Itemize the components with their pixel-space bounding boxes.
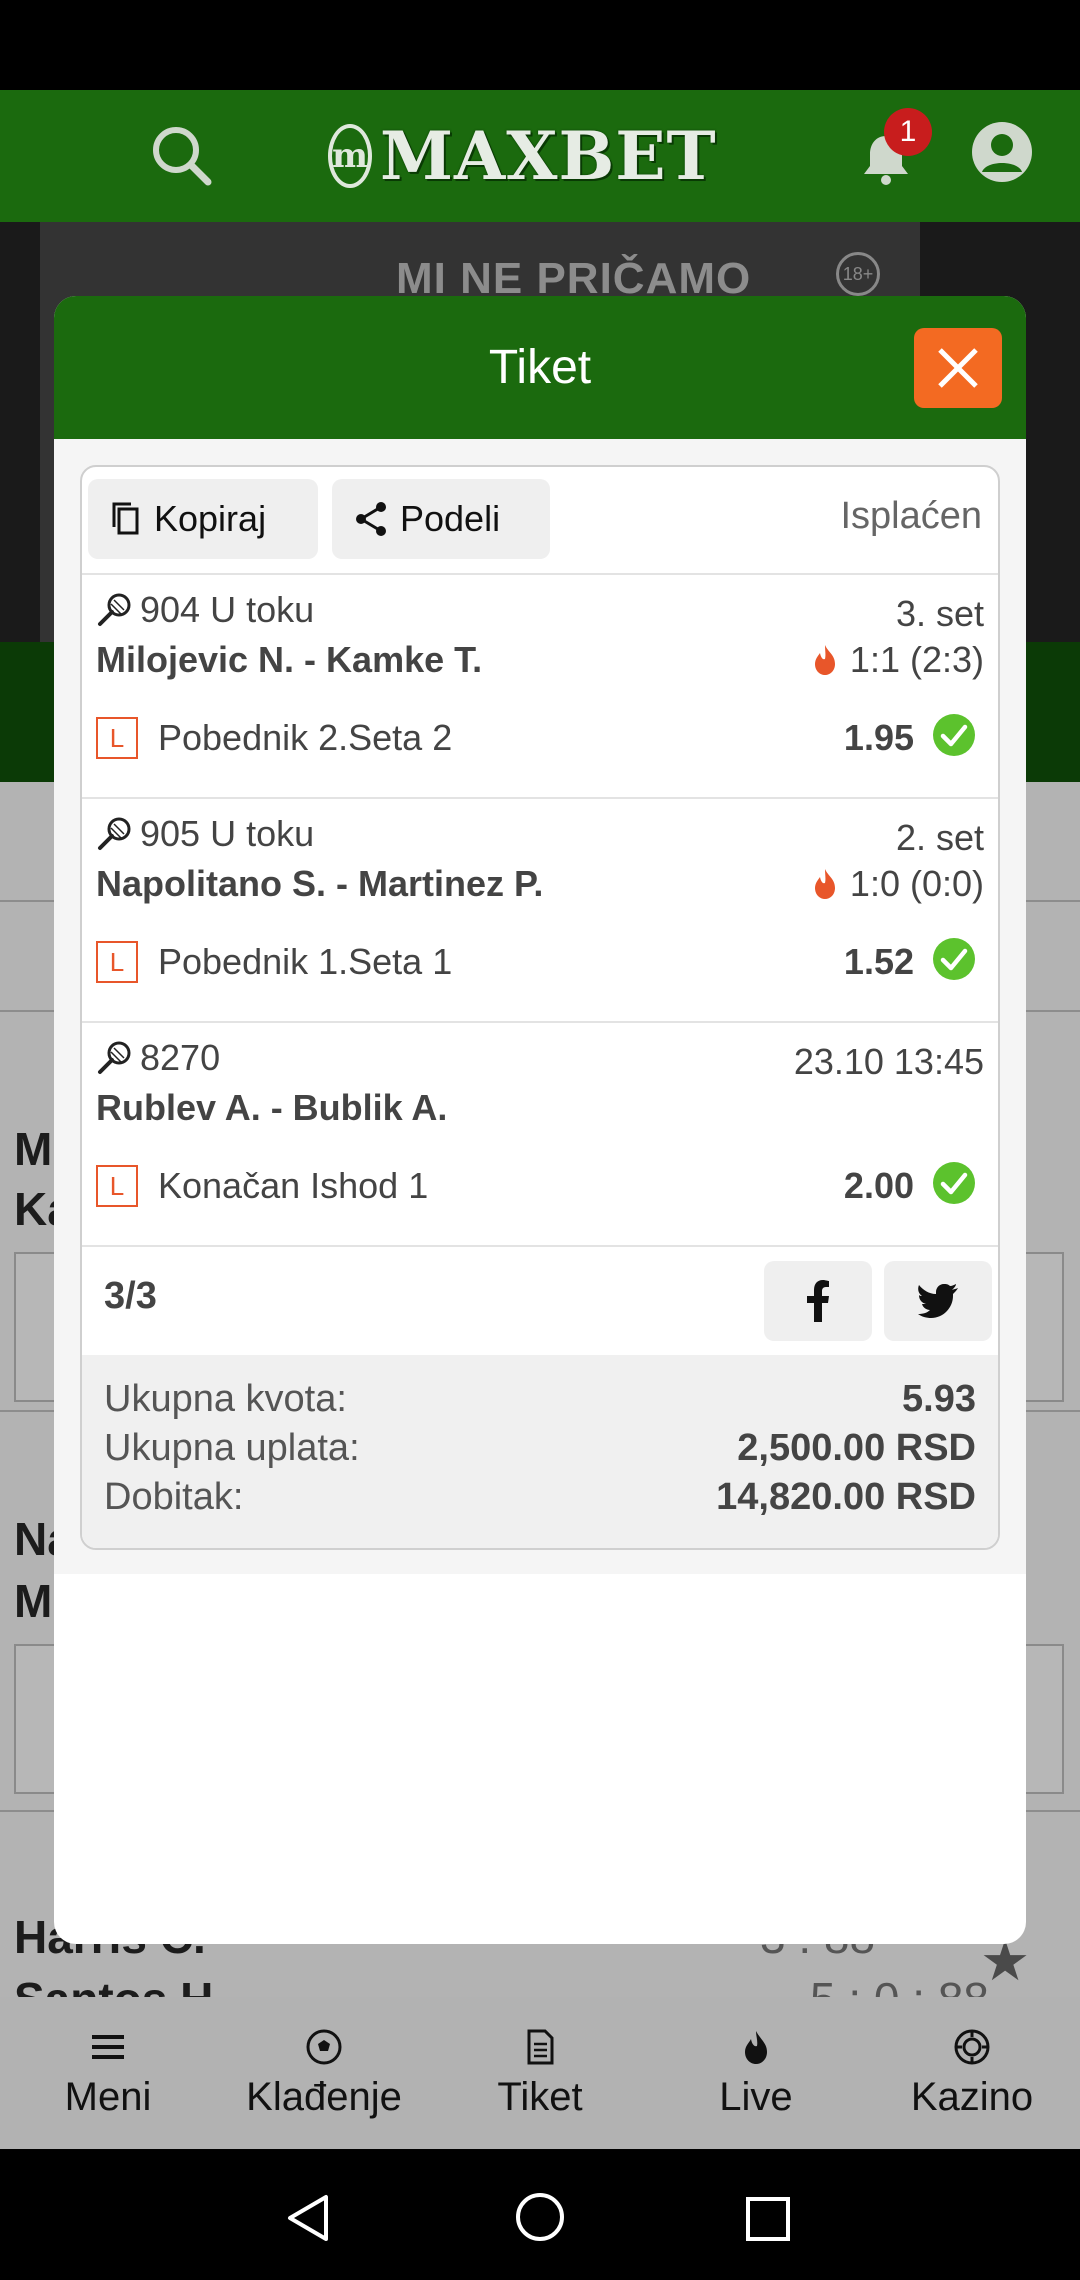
system-nav-bar	[0, 2149, 1080, 2280]
bet-odd: 1.52	[843, 941, 914, 982]
match-code: 905 U toku	[140, 813, 315, 854]
home-icon[interactable]	[514, 2191, 566, 2243]
fire-icon	[745, 2030, 767, 2064]
tennis-racket-icon	[98, 593, 131, 626]
copy-button[interactable]: Kopiraj	[88, 479, 318, 559]
notification-badge: 1	[884, 108, 932, 156]
nav-live[interactable]: Live	[648, 1997, 864, 2149]
match-score: 1:0 (0:0)	[849, 863, 984, 904]
winnings-label: Dobitak:	[104, 1476, 244, 1518]
bet-odd: 1.95	[843, 717, 914, 758]
modal-body: Kopiraj Podeli Isplaćen 904 U toku 3. se…	[54, 439, 1026, 1574]
ticket-status: Isplaćen	[840, 495, 982, 537]
winnings-value: 14,820.00 RSD	[716, 1476, 976, 1518]
total-odds-label: Ukupna kvota:	[104, 1378, 347, 1420]
ticket-actions: Kopiraj Podeli Isplaćen	[82, 467, 998, 575]
logo-badge: m	[328, 124, 372, 188]
user-icon[interactable]	[970, 120, 1034, 184]
bet-selection: Konačan Ishod 1	[158, 1165, 429, 1206]
copy-icon	[112, 502, 139, 535]
ticket-match: 904 U toku 3. set Milojevic N. - Kamke T…	[82, 575, 998, 799]
total-stake-label: Ukupna uplata:	[104, 1427, 360, 1469]
close-icon	[938, 348, 978, 388]
match-score: 1:1 (2:3)	[849, 639, 984, 680]
total-stake-value: 2,500.00 RSD	[737, 1427, 976, 1469]
app-header: m MAXBET 1	[0, 90, 1080, 222]
live-fire-icon	[814, 645, 835, 675]
age-badge: 18+	[836, 252, 880, 296]
modal-header: Tiket	[54, 296, 1026, 439]
ticket-icon	[527, 2029, 554, 2064]
logo-text: MAXBET	[379, 117, 717, 195]
casino-chip-icon	[954, 2029, 990, 2064]
live-fire-icon	[814, 869, 835, 899]
match-code: 8270	[140, 1037, 221, 1078]
twitter-share-button[interactable]	[884, 1261, 992, 1341]
maxbet-logo[interactable]: m MAXBET	[328, 116, 716, 196]
match-teams: Napolitano S. - Martinez P.	[96, 863, 544, 904]
ticket-summary-row: 3/3	[82, 1247, 998, 1355]
bet-type-badge: L	[96, 941, 138, 983]
ticket-match: 905 U toku 2. set Napolitano S. - Martin…	[82, 799, 998, 1023]
match-count: 3/3	[104, 1275, 157, 1317]
check-circle-icon	[933, 1162, 975, 1204]
check-circle-icon	[933, 714, 975, 756]
ticket-modal: Tiket Kopiraj Podeli Isplaćen 904 U toku…	[54, 296, 1026, 1944]
bet-selection: Pobednik 2.Seta 2	[158, 717, 453, 758]
ticket-card: Kopiraj Podeli Isplaćen 904 U toku 3. se…	[80, 465, 1000, 1550]
match-period: 2. set	[895, 817, 984, 858]
facebook-icon	[807, 1280, 829, 1322]
bottom-nav: Meni Klađenje Tiket Live Kazino	[0, 1997, 1080, 2149]
nav-tiket[interactable]: Tiket	[432, 1997, 648, 2149]
bet-selection: Pobednik 1.Seta 1	[158, 941, 453, 982]
menu-icon	[92, 2034, 124, 2059]
nav-kladjenje[interactable]: Klađenje	[216, 1997, 432, 2149]
back-icon[interactable]	[284, 2193, 334, 2243]
nav-kazino[interactable]: Kazino	[864, 1997, 1080, 2149]
recents-icon[interactable]	[744, 2195, 792, 2243]
match-code: 904 U toku	[140, 589, 315, 630]
facebook-share-button[interactable]	[764, 1261, 872, 1341]
modal-title: Tiket	[488, 341, 592, 394]
status-bar	[0, 0, 1080, 90]
ticket-totals: Ukupna kvota: 5.93 Ukupna uplata: 2,500.…	[82, 1355, 998, 1548]
total-odds-value: 5.93	[902, 1378, 976, 1420]
tennis-racket-icon	[98, 817, 131, 850]
share-icon	[356, 502, 386, 536]
match-period: 3. set	[895, 593, 984, 634]
match-teams: Milojevic N. - Kamke T.	[96, 639, 483, 680]
ticket-match: 8270 23.10 13:45 Rublev A. - Bublik A. L…	[82, 1023, 998, 1247]
bet-type-badge: L	[96, 717, 138, 759]
match-teams: Rublev A. - Bublik A.	[96, 1087, 448, 1128]
tennis-racket-icon	[98, 1041, 131, 1074]
soccer-ball-icon	[306, 2029, 342, 2064]
match-start-time: 23.10 13:45	[793, 1041, 984, 1082]
twitter-icon	[918, 1284, 958, 1318]
bet-odd: 2.00	[843, 1165, 914, 1206]
close-button[interactable]	[914, 328, 1002, 408]
search-icon[interactable]	[150, 124, 214, 188]
check-circle-icon	[933, 938, 975, 980]
bet-type-badge: L	[96, 1165, 138, 1207]
nav-meni[interactable]: Meni	[0, 1997, 216, 2149]
share-button[interactable]: Podeli	[332, 479, 550, 559]
